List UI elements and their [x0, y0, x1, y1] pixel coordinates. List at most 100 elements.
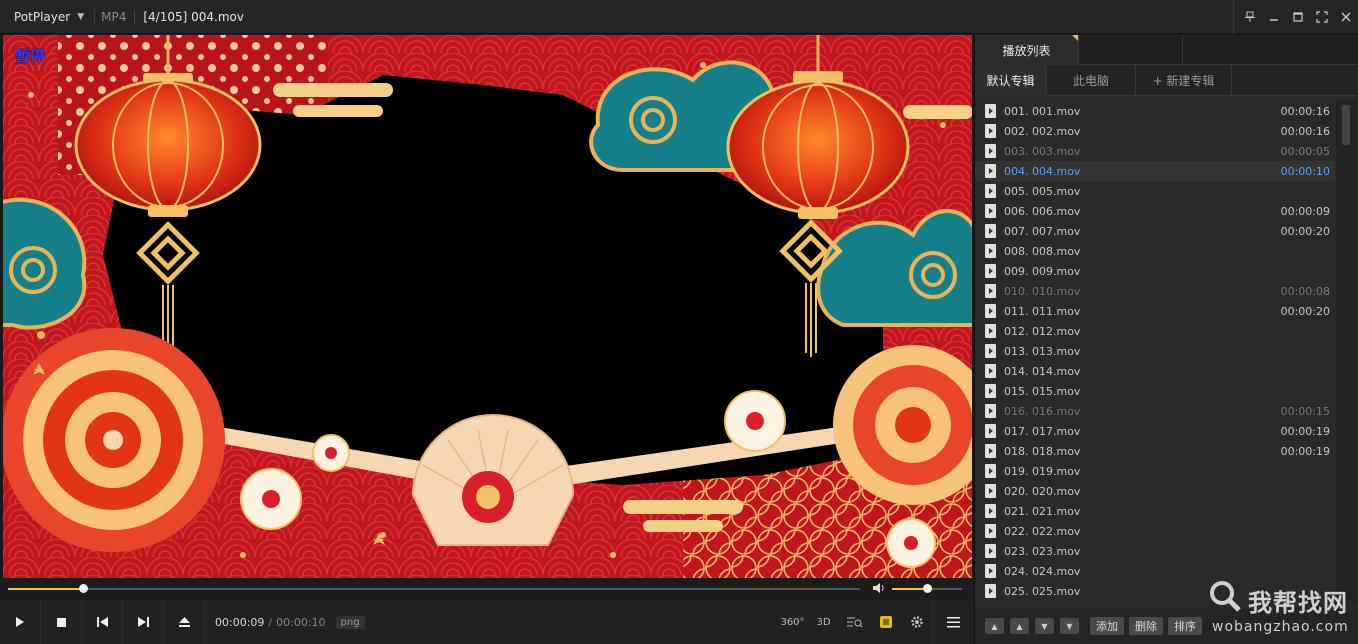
- playlist-item-duration: 00:00:08: [1280, 284, 1330, 298]
- video-file-icon: [985, 324, 996, 338]
- pin-icon[interactable]: [1238, 5, 1262, 29]
- playlist-item-name: 021. 021.mov: [1004, 504, 1081, 518]
- playlist-item-duration: 00:00:09: [1280, 204, 1330, 218]
- playlist-item[interactable]: 016. 016.mov 00:00:15: [975, 401, 1335, 421]
- volume-icon[interactable]: [872, 582, 885, 597]
- seek-slider[interactable]: [8, 584, 860, 593]
- playlist-item-duration: 00:00:10: [1280, 164, 1330, 178]
- move-top-button[interactable]: ▲: [985, 618, 1004, 634]
- playlist-item[interactable]: 008. 008.mov: [975, 241, 1335, 261]
- playlist-item-name: 004. 004.mov: [1004, 164, 1081, 178]
- video-file-icon: [985, 164, 996, 178]
- stop-button[interactable]: [41, 600, 82, 644]
- window-controls: [1233, 0, 1358, 34]
- playlist-item[interactable]: 004. 004.mov 00:00:10: [975, 161, 1335, 181]
- tab-playlist[interactable]: 播放列表: [975, 35, 1079, 65]
- divider: [94, 8, 96, 25]
- playlist-item-name: 018. 018.mov: [1004, 444, 1081, 458]
- file-title: [4/105] 004.mov: [143, 9, 244, 24]
- playlist-item[interactable]: 001. 001.mov 00:00:16: [975, 101, 1335, 121]
- fullscreen-icon[interactable]: [1310, 5, 1334, 29]
- current-time: 00:00:09: [215, 615, 265, 629]
- playlist-item[interactable]: 018. 018.mov 00:00:19: [975, 441, 1335, 461]
- playlist-item[interactable]: 009. 009.mov: [975, 261, 1335, 281]
- settings-button[interactable]: [901, 600, 932, 644]
- playlist-item-name: 012. 012.mov: [1004, 324, 1081, 338]
- playlist-item[interactable]: 014. 014.mov: [975, 361, 1335, 381]
- playlist-item-name: 009. 009.mov: [1004, 264, 1081, 278]
- codec-badge[interactable]: png: [335, 615, 365, 629]
- playlist-item[interactable]: 012. 012.mov: [975, 321, 1335, 341]
- move-up-button[interactable]: ▲: [1010, 618, 1029, 634]
- app-name: PotPlayer: [14, 9, 71, 24]
- album-tab-this-pc[interactable]: 此电脑: [1047, 65, 1136, 96]
- video-file-icon: [985, 184, 996, 198]
- subtitle-button[interactable]: [870, 600, 901, 644]
- playlist-item[interactable]: 005. 005.mov: [975, 181, 1335, 201]
- move-down-button[interactable]: ▼: [1035, 618, 1054, 634]
- minimize-icon[interactable]: [1262, 5, 1286, 29]
- video-file-icon: [985, 344, 996, 358]
- watermark-title: 我帮找网: [1248, 589, 1348, 617]
- video-file-icon: [985, 304, 996, 318]
- video-file-icon: [985, 144, 996, 158]
- add-button[interactable]: 添加: [1090, 617, 1124, 635]
- stop-icon: [56, 617, 66, 627]
- video-file-icon: [985, 204, 996, 218]
- playlist-item-duration: 00:00:16: [1280, 104, 1330, 118]
- playlist-item[interactable]: 021. 021.mov: [975, 501, 1335, 521]
- title-bar: PotPlayer ▼ MP4 [4/105] 004.mov: [0, 0, 1358, 34]
- playlist-item[interactable]: 020. 020.mov: [975, 481, 1335, 501]
- magnifier-icon: [1210, 581, 1241, 612]
- playlist-item[interactable]: 006. 006.mov 00:00:09: [975, 201, 1335, 221]
- previous-button[interactable]: [82, 600, 123, 644]
- volume-slider[interactable]: [892, 584, 962, 593]
- tab-empty: [1079, 35, 1183, 65]
- playlist-scrollbar[interactable]: [1336, 101, 1358, 607]
- 3d-button[interactable]: 3D: [808, 600, 839, 644]
- playlist-item[interactable]: 002. 002.mov 00:00:16: [975, 121, 1335, 141]
- playlist-item-name: 006. 006.mov: [1004, 204, 1081, 218]
- playlist-item[interactable]: 019. 019.mov: [975, 461, 1335, 481]
- play-button[interactable]: [0, 600, 41, 644]
- album-tab-default[interactable]: 默认专辑: [975, 65, 1047, 96]
- seek-bar-area: [0, 578, 974, 600]
- scrollbar-thumb[interactable]: [1342, 105, 1350, 145]
- playlist-item[interactable]: 023. 023.mov: [975, 541, 1335, 561]
- playlist-item[interactable]: 013. 013.mov: [975, 341, 1335, 361]
- playlist-item[interactable]: 010. 010.mov 00:00:08: [975, 281, 1335, 301]
- playlist-item-name: 005. 005.mov: [1004, 184, 1081, 198]
- delete-button[interactable]: 删除: [1129, 617, 1163, 635]
- playlist-item-name: 010. 010.mov: [1004, 284, 1081, 298]
- close-icon[interactable]: [1334, 5, 1358, 29]
- next-button[interactable]: [123, 600, 164, 644]
- playlist-item[interactable]: 011. 011.mov 00:00:20: [975, 301, 1335, 321]
- chapter-search-button[interactable]: [839, 600, 870, 644]
- maximize-icon[interactable]: [1286, 5, 1310, 29]
- video-area[interactable]: 暂停: [3, 35, 972, 578]
- playlist-item-name: 003. 003.mov: [1004, 144, 1081, 158]
- gear-icon: [910, 616, 923, 628]
- playlist-item-name: 007. 007.mov: [1004, 224, 1081, 238]
- right-controls: 360° 3D: [777, 600, 974, 644]
- sort-button[interactable]: 排序: [1168, 617, 1202, 635]
- control-bar: 00:00:09 / 00:00:10 png 360° 3D: [0, 600, 974, 644]
- video-file-icon: [985, 524, 996, 538]
- playlist-item[interactable]: 003. 003.mov 00:00:05: [975, 141, 1335, 161]
- playlist-item[interactable]: 022. 022.mov: [975, 521, 1335, 541]
- volume-handle[interactable]: [923, 584, 932, 593]
- playlist-toggle-button[interactable]: [932, 600, 974, 644]
- vr-button[interactable]: 360°: [777, 600, 808, 644]
- subtitle-icon: [879, 616, 892, 628]
- move-bottom-button[interactable]: ▼: [1060, 618, 1079, 634]
- open-file-button[interactable]: [164, 600, 205, 644]
- seek-handle[interactable]: [78, 584, 88, 593]
- playlist-item[interactable]: 017. 017.mov 00:00:19: [975, 421, 1335, 441]
- playlist-item[interactable]: 007. 007.mov 00:00:20: [975, 221, 1335, 241]
- playlist-item[interactable]: 015. 015.mov: [975, 381, 1335, 401]
- app-menu-button[interactable]: PotPlayer ▼: [0, 0, 94, 34]
- album-tab-new[interactable]: + 新建专辑: [1136, 65, 1232, 96]
- menu-icon: [947, 616, 960, 627]
- tab-playlist-label: 播放列表: [1002, 43, 1051, 58]
- album-tab-label: + 新建专辑: [1152, 74, 1215, 88]
